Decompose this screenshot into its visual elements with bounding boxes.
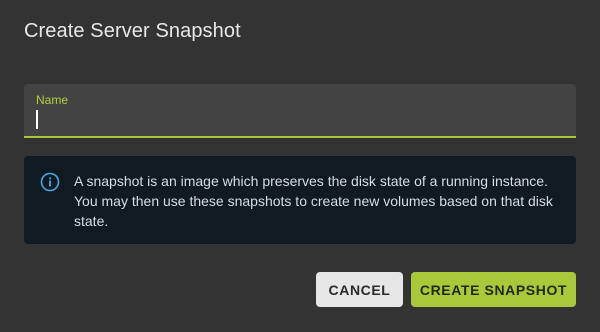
info-banner: A snapshot is an image which preserves t… [24,156,576,244]
name-field[interactable]: Name [24,84,576,138]
dialog-title: Create Server Snapshot [24,20,241,42]
info-text: A snapshot is an image which preserves t… [74,173,553,229]
create-snapshot-button[interactable]: CREATE SNAPSHOT [411,272,576,307]
cancel-button[interactable]: CANCEL [316,272,403,307]
info-icon [40,172,60,192]
text-caret [36,110,38,129]
create-snapshot-dialog: Create Server Snapshot Name A snapshot i… [0,0,600,332]
name-input[interactable] [35,108,555,130]
name-field-label: Name [36,93,69,107]
